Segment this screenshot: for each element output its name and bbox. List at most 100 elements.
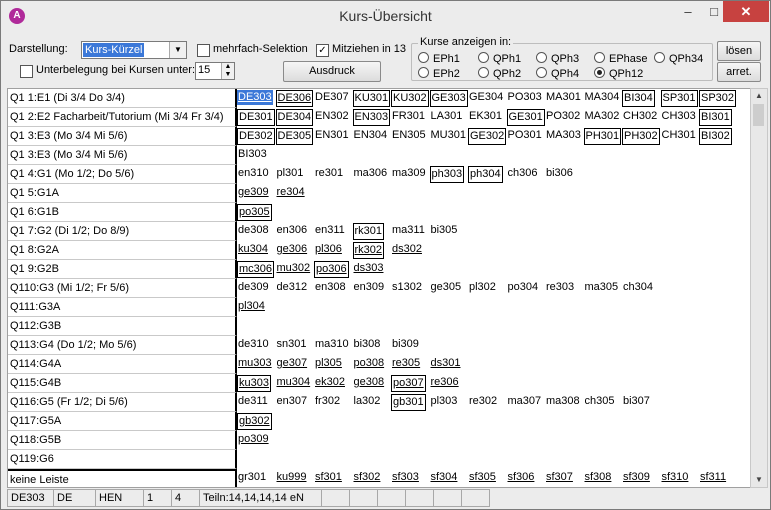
row-label[interactable]: Q1 3:E3 (Mo 3/4 Mi 5/6) xyxy=(8,127,237,146)
course-cell[interactable]: en307 xyxy=(276,394,309,409)
scroll-down-icon[interactable]: ▼ xyxy=(751,473,767,487)
course-cell[interactable]: BI301 xyxy=(699,109,732,126)
course-cell[interactable]: en308 xyxy=(314,280,347,295)
course-cell[interactable]: ch305 xyxy=(584,394,616,409)
course-cell[interactable]: ma309 xyxy=(391,166,427,181)
course-cell[interactable]: KU301 xyxy=(352,90,391,107)
course-cell[interactable]: EN305 xyxy=(391,128,427,143)
radio-eph2[interactable]: EPh2 xyxy=(418,67,460,80)
course-cell[interactable]: rk302 xyxy=(352,242,385,259)
course-cell[interactable]: re301 xyxy=(314,166,344,181)
course-cell[interactable]: ma307 xyxy=(507,394,543,409)
course-cell[interactable]: ds301 xyxy=(430,356,462,371)
title-bar[interactable]: A Kurs-Übersicht – □ ✕ xyxy=(1,1,770,31)
course-cell[interactable]: mu303 xyxy=(237,356,273,371)
radio-qph12[interactable]: QPh12 xyxy=(594,67,643,80)
course-cell[interactable]: PO303 xyxy=(507,90,543,105)
course-cell[interactable]: sf305 xyxy=(468,470,497,485)
course-cell[interactable]: bi309 xyxy=(391,337,420,352)
course-cell[interactable]: CH303 xyxy=(661,109,697,124)
row-label[interactable]: Q111:G3A xyxy=(8,298,237,317)
course-cell[interactable]: pl306 xyxy=(314,242,343,257)
course-cell[interactable]: re305 xyxy=(391,356,421,371)
course-cell[interactable]: GE303 xyxy=(429,90,468,107)
unterbelegung-checkbox[interactable] xyxy=(20,65,33,78)
chevron-down-icon[interactable]: ▼ xyxy=(169,42,186,58)
course-cell[interactable]: pl302 xyxy=(468,280,497,295)
course-cell[interactable]: gb301 xyxy=(391,394,426,411)
course-cell[interactable]: EN303 xyxy=(352,109,391,126)
course-cell[interactable]: MU301 xyxy=(430,128,467,143)
radio-qph4[interactable]: QPh4 xyxy=(536,67,579,80)
unterbelegung-spinner[interactable]: 15 ▲ ▼ xyxy=(195,62,235,80)
course-cell[interactable]: MA301 xyxy=(545,90,582,105)
course-cell[interactable]: bi306 xyxy=(545,166,574,181)
course-cell[interactable]: ch306 xyxy=(507,166,539,181)
course-cell[interactable]: ge308 xyxy=(353,375,386,390)
course-cell[interactable]: GE301 xyxy=(506,109,545,126)
mehrfach-checkbox[interactable] xyxy=(197,44,210,57)
course-cell[interactable]: de308 xyxy=(237,223,270,238)
course-cell[interactable]: ds303 xyxy=(353,261,385,276)
course-cell[interactable]: LA301 xyxy=(430,109,464,124)
row-label[interactable]: Q1 7:G2 (Di 1/2; Do 8/9) xyxy=(8,222,237,241)
course-cell[interactable]: PH301 xyxy=(583,128,622,145)
course-cell[interactable]: en310 xyxy=(237,166,270,181)
course-cell[interactable]: GE302 xyxy=(468,128,507,145)
course-cell[interactable]: sf302 xyxy=(353,470,382,485)
course-cell[interactable]: ma308 xyxy=(545,394,581,409)
course-cell[interactable]: bi307 xyxy=(622,394,651,409)
course-cell[interactable]: fr302 xyxy=(314,394,341,409)
course-cell[interactable]: pl304 xyxy=(237,299,266,314)
course-cell[interactable]: sf303 xyxy=(391,470,420,485)
scroll-thumb[interactable] xyxy=(753,104,764,126)
course-cell[interactable]: de312 xyxy=(276,280,309,295)
course-cell[interactable]: bi305 xyxy=(430,223,459,238)
row-label[interactable]: Q112:G3B xyxy=(8,317,237,336)
course-cell[interactable]: ge307 xyxy=(276,356,309,371)
course-cell[interactable]: sf306 xyxy=(507,470,536,485)
course-cell[interactable]: re303 xyxy=(545,280,575,295)
course-cell[interactable]: PO302 xyxy=(545,109,581,124)
row-label[interactable]: Q1 9:G2B xyxy=(8,260,237,279)
row-label[interactable]: Q1 6:G1B xyxy=(8,203,237,222)
darstellung-select[interactable]: Kurs-Kürzel ▼ xyxy=(81,41,187,59)
radio-ephase[interactable]: EPhase xyxy=(594,52,648,65)
course-cell[interactable]: BI303 xyxy=(237,147,268,162)
spinner-arrows-icon[interactable]: ▲ ▼ xyxy=(221,63,234,79)
course-cell[interactable]: bi308 xyxy=(353,337,382,352)
row-label[interactable]: Q113:G4 (Do 1/2; Mo 5/6) xyxy=(8,336,237,355)
course-cell[interactable]: CH301 xyxy=(661,128,697,143)
course-cell[interactable]: en306 xyxy=(276,223,309,238)
close-button[interactable]: ✕ xyxy=(723,1,769,22)
course-cell[interactable]: CH302 xyxy=(622,109,658,124)
radio-eph1[interactable]: EPh1 xyxy=(418,52,460,65)
ausdruck-button[interactable]: Ausdruck xyxy=(283,61,381,82)
course-cell[interactable]: DE301 xyxy=(237,109,275,126)
course-cell[interactable]: po306 xyxy=(314,261,349,278)
minimize-button[interactable]: – xyxy=(675,1,701,22)
course-cell[interactable]: sf307 xyxy=(545,470,574,485)
course-cell[interactable]: SP302 xyxy=(699,90,737,107)
course-cell[interactable]: ph303 xyxy=(429,166,465,183)
course-cell[interactable]: po307 xyxy=(391,375,426,392)
course-cell[interactable]: de309 xyxy=(237,280,270,295)
course-cell[interactable]: mu302 xyxy=(276,261,312,276)
course-cell[interactable]: de311 xyxy=(237,394,269,409)
course-cell[interactable]: re306 xyxy=(430,375,460,390)
row-label[interactable]: Q1 4:G1 (Mo 1/2; Do 5/6) xyxy=(8,165,237,184)
row-label[interactable]: Q1 2:E2 Facharbeit/Tutorium (Mi 3/4 Fr 3… xyxy=(8,108,237,127)
course-cell[interactable]: mc306 xyxy=(237,261,275,278)
row-label[interactable]: Q1 5:G1A xyxy=(8,184,237,203)
course-cell[interactable]: ek302 xyxy=(314,375,346,390)
course-cell[interactable]: ph304 xyxy=(468,166,503,183)
course-cell[interactable]: ge306 xyxy=(276,242,309,257)
course-cell[interactable]: BI304 xyxy=(622,90,655,107)
course-cell[interactable]: SP301 xyxy=(660,90,698,107)
course-cell[interactable]: sf304 xyxy=(430,470,459,485)
course-cell[interactable]: ku304 xyxy=(237,242,269,257)
course-cell[interactable]: re302 xyxy=(468,394,498,409)
course-cell[interactable]: gb302 xyxy=(237,413,272,430)
arret-button[interactable]: arret. xyxy=(717,62,761,82)
course-cell[interactable]: MA304 xyxy=(584,90,621,105)
